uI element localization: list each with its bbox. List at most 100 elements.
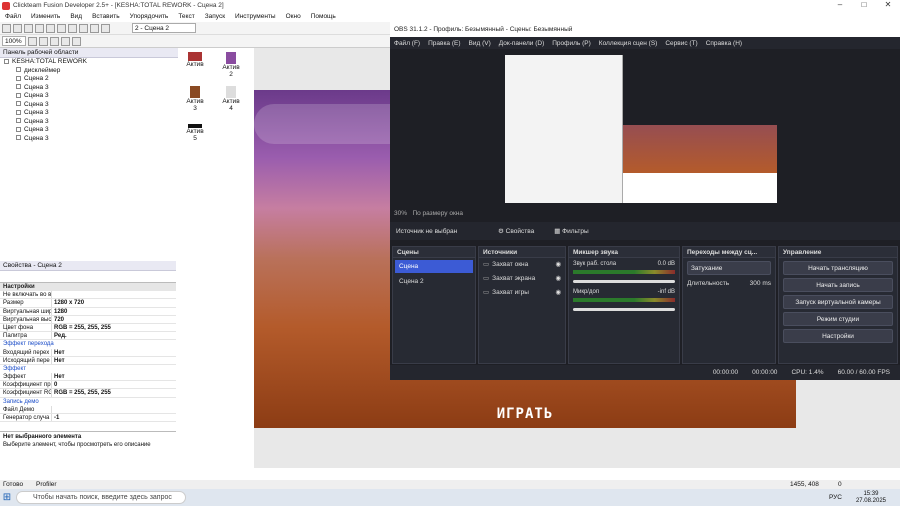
sprite-item[interactable]: Актив 2 <box>220 52 242 78</box>
sprite-item[interactable]: Актив 4 <box>220 86 242 112</box>
prop-value[interactable]: RGB = 255, 255, 255 <box>52 324 176 331</box>
tree-item[interactable]: дисклеймер <box>4 67 178 76</box>
source-item[interactable]: ▭ Захват игры ◉ <box>479 286 565 300</box>
cut-icon[interactable] <box>35 23 44 33</box>
grid-icon[interactable] <box>28 36 37 46</box>
control-button[interactable]: Начать трансляцию <box>783 261 893 275</box>
obs-menu-item[interactable]: Коллекция сцен (S) <box>595 40 662 47</box>
obs-menu-item[interactable]: Профиль (P) <box>548 40 595 47</box>
prop-value[interactable]: 0 <box>52 381 176 388</box>
control-button[interactable]: Запуск виртуальной камеры <box>783 295 893 309</box>
filters-button[interactable]: ▦ Фильтры <box>554 227 588 235</box>
prop-value[interactable]: Нет <box>52 373 176 380</box>
menu-item[interactable]: Упорядочить <box>125 13 174 20</box>
copy-icon[interactable] <box>46 23 55 33</box>
paste-icon[interactable] <box>57 23 66 33</box>
prop-row[interactable]: Входящий перех Нет <box>0 348 176 357</box>
stop-icon[interactable] <box>101 23 110 33</box>
duration-value[interactable]: 300 ms <box>750 280 771 287</box>
prop-value[interactable]: -1 <box>52 414 176 421</box>
menu-item[interactable]: Файл <box>0 13 26 20</box>
obs-menu-item[interactable]: Вид (V) <box>465 40 495 47</box>
play-text[interactable]: ИГРАТЬ <box>254 406 796 422</box>
tree-item[interactable]: Сцена 3 <box>4 92 178 101</box>
undo-icon[interactable] <box>68 23 77 33</box>
tree-item[interactable]: Сцена 3 <box>4 135 178 144</box>
tree-root[interactable]: KESHA:TOTAL REWORK <box>0 58 178 67</box>
bold-icon[interactable] <box>72 36 81 46</box>
prop-row[interactable]: Эффект Нет <box>0 373 176 382</box>
new-icon[interactable] <box>2 23 11 33</box>
prop-row[interactable]: Палитра Ред. <box>0 332 176 341</box>
source-item[interactable]: ▭ Захват экрана ◉ <box>479 272 565 286</box>
menu-item[interactable]: Изменить <box>26 13 65 20</box>
scene-select[interactable]: 2 - Сцена 2 <box>132 23 196 33</box>
transition-select[interactable]: Затухание <box>687 261 771 275</box>
prop-row[interactable]: Файл Демо <box>0 405 176 414</box>
obs-menu-item[interactable]: Справка (H) <box>702 40 746 47</box>
align-icon[interactable] <box>50 36 59 46</box>
source-item[interactable]: ▭ Захват окна ◉ <box>479 258 565 272</box>
sprite-item[interactable]: Актив 5 <box>186 124 204 142</box>
prop-value[interactable]: Нет <box>52 357 176 364</box>
sprite-item[interactable]: Актив 3 <box>186 86 204 112</box>
open-icon[interactable] <box>13 23 22 33</box>
clock[interactable]: 15:39 27.08.2025 <box>856 491 886 505</box>
menu-item[interactable]: Помощь <box>306 13 341 20</box>
prop-row[interactable]: Коэффициент пр 0 <box>0 381 176 390</box>
redo-icon[interactable] <box>79 23 88 33</box>
maximize-button[interactable]: □ <box>852 0 876 9</box>
save-icon[interactable] <box>24 23 33 33</box>
profiler-tab[interactable]: Profiler <box>36 480 57 489</box>
prop-row[interactable]: Не включать во время сборки <box>0 291 176 300</box>
prop-value[interactable]: Нет <box>52 349 176 356</box>
obs-preview[interactable] <box>505 55 777 203</box>
prop-row[interactable]: Генератор случа -1 <box>0 414 176 423</box>
tree-item[interactable]: Сцена 3 <box>4 126 178 135</box>
prop-value[interactable]: RGB = 255, 255, 255 <box>52 389 176 396</box>
eye-icon[interactable]: ◉ <box>555 272 561 286</box>
menu-item[interactable]: Окно <box>281 13 306 20</box>
prop-row[interactable]: Исходящий пере Нет <box>0 356 176 365</box>
prop-value[interactable]: Ред. <box>52 332 176 339</box>
prop-value[interactable]: 1280 x 720 <box>52 299 176 306</box>
menu-item[interactable]: Запуск <box>200 13 230 20</box>
obs-menu-item[interactable]: Сервис (T) <box>661 40 701 47</box>
tree-item[interactable]: Сцена 3 <box>4 109 178 118</box>
obs-menu-item[interactable]: Док-панели (D) <box>495 40 548 47</box>
preview-zoom[interactable]: 30% По размеру окна <box>394 210 463 217</box>
tree-item[interactable]: Сцена 3 <box>4 84 178 93</box>
prop-row[interactable]: Цвет фона RGB = 255, 255, 255 <box>0 323 176 333</box>
font-icon[interactable] <box>61 36 70 46</box>
prop-row[interactable]: Размер 1280 x 720 <box>0 299 176 308</box>
properties-button[interactable]: ⚙ Свойства <box>498 227 534 235</box>
scene-item[interactable]: Сцена <box>395 260 473 273</box>
obs-menu-item[interactable]: Правка (E) <box>424 40 464 47</box>
snap-icon[interactable] <box>39 36 48 46</box>
eye-icon[interactable]: ◉ <box>555 286 561 300</box>
volume-slider[interactable] <box>573 308 675 311</box>
prop-row[interactable]: Коэффициент RG RGB = 255, 255, 255 <box>0 389 176 398</box>
taskbar-search[interactable]: Чтобы начать поиск, введите здесь запрос <box>16 491 186 504</box>
prop-row[interactable]: Виртуальная шир 1280 <box>0 307 176 316</box>
control-button[interactable]: Начать запись <box>783 278 893 292</box>
scene-item[interactable]: Сцена 2 <box>395 275 473 288</box>
tree-item[interactable]: Сцена 2 <box>4 75 178 84</box>
eye-icon[interactable]: ◉ <box>555 258 561 272</box>
prop-value[interactable]: 1280 <box>52 308 176 315</box>
prop-value[interactable] <box>52 406 176 413</box>
close-button[interactable]: ✕ <box>876 0 900 9</box>
volume-slider[interactable] <box>573 280 675 283</box>
prop-value[interactable]: 720 <box>52 316 176 323</box>
sprite-item[interactable]: Актив <box>186 52 204 68</box>
run-icon[interactable] <box>90 23 99 33</box>
menu-item[interactable]: Вставить <box>87 13 125 20</box>
minimize-button[interactable]: – <box>828 0 852 9</box>
prop-row[interactable]: Виртуальная выс 720 <box>0 315 176 324</box>
tree-item[interactable]: Сцена 3 <box>4 118 178 127</box>
zoom-select[interactable]: 100% <box>2 36 26 46</box>
tree-item[interactable]: Сцена 3 <box>4 101 178 110</box>
control-button[interactable]: Настройки <box>783 329 893 343</box>
menu-item[interactable]: Текст <box>173 13 199 20</box>
obs-menu-item[interactable]: Файл (F) <box>390 40 424 47</box>
